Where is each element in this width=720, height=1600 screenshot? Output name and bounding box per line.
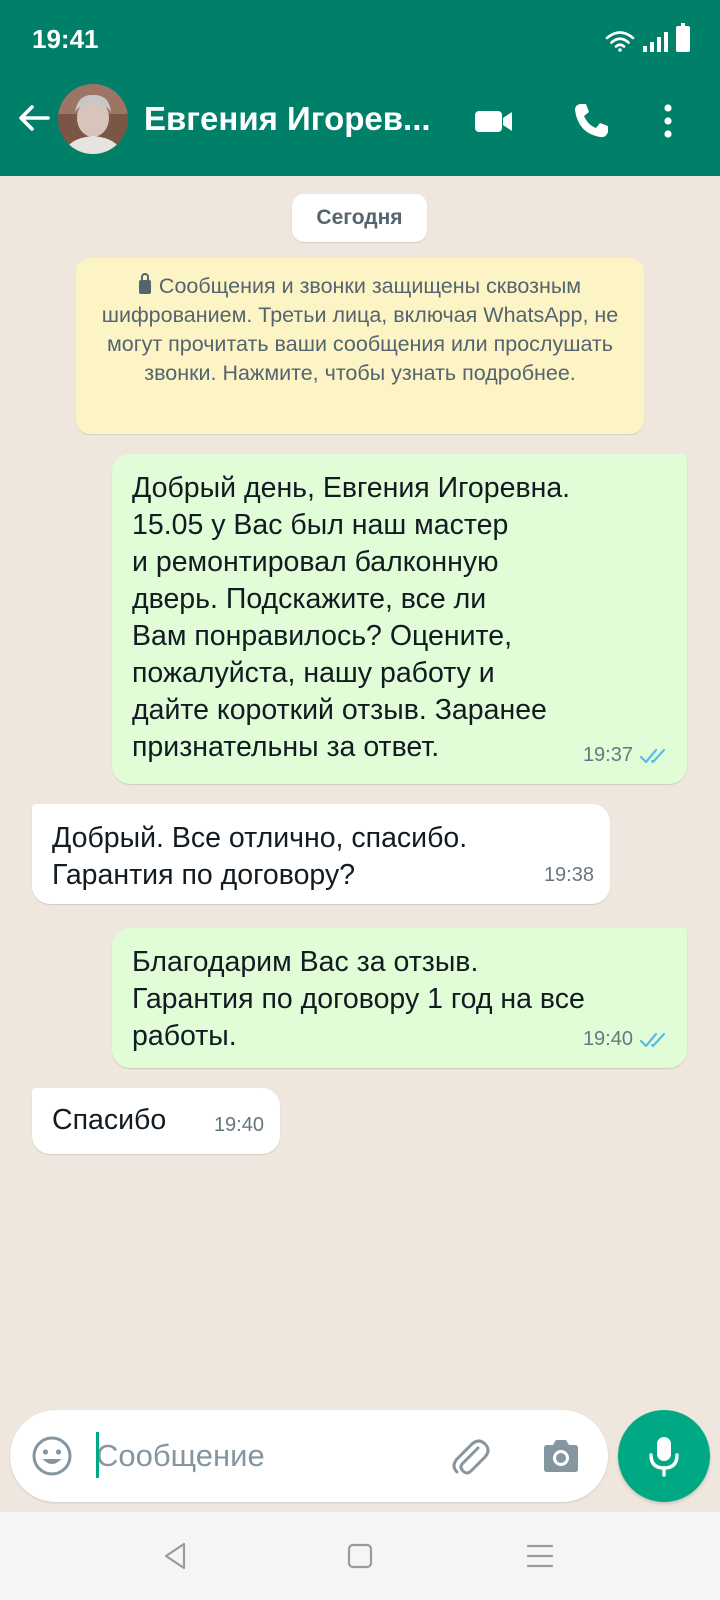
message-bubble-outgoing[interactable]: Благодарим Вас за отзыв. Гарантия по дог… [112,928,687,1068]
contact-name[interactable]: Евгения Игорев... [144,100,431,138]
text-cursor [96,1432,99,1478]
message-meta: 19:40 [214,1107,264,1144]
message-time: 19:40 [582,1028,633,1050]
status-icons [605,23,690,52]
signal-icon [643,30,668,52]
message-input[interactable] [96,1430,416,1482]
mic-icon [649,1437,679,1477]
attach-icon[interactable] [448,1434,492,1478]
message-bubble-outgoing[interactable]: Добрый день, Евгения Игоревна. 15.05 у В… [112,454,687,784]
chat-area[interactable]: Сегодня Сообщения и звонки защищены скво… [0,176,720,1406]
nav-back-icon[interactable] [160,1540,192,1572]
message-composer [10,1410,608,1502]
message-meta: 19:40 [583,1021,671,1058]
system-nav-bar [0,1512,720,1600]
contact-avatar[interactable] [58,84,128,154]
wifi-icon [605,31,635,52]
top-bar: 19:41 Евгения Игорев... [0,0,720,176]
message-text: Добрый день, Евгения Игоревна. 15.05 у В… [132,472,571,763]
back-arrow-icon[interactable] [14,98,54,138]
double-check-icon [639,748,666,763]
video-call-icon[interactable] [472,100,514,142]
message-bubble-incoming[interactable]: Спасибо 19:40 [32,1088,280,1154]
message-meta: 19:38 [544,857,594,894]
status-time: 19:41 [32,24,99,54]
date-chip: Сегодня [292,194,427,242]
mic-button[interactable] [618,1410,710,1502]
encryption-notice-text: Сообщения и звонки защищены сквозным шиф… [101,274,619,385]
message-text: Добрый. Все отлично, спасибо. Гарантия п… [52,822,468,891]
message-time: 19:37 [582,744,633,766]
encryption-notice[interactable]: Сообщения и звонки защищены сквозным шиф… [76,258,644,434]
message-time: 19:40 [213,1114,264,1136]
lock-icon [138,273,151,294]
emoji-icon[interactable] [30,1434,74,1478]
nav-home-icon[interactable] [344,1540,376,1572]
message-meta: 19:37 [583,737,671,774]
voice-call-icon[interactable] [570,100,612,142]
more-options-icon[interactable] [656,100,680,142]
camera-icon[interactable] [540,1436,582,1476]
double-check-icon [639,1032,666,1047]
message-time: 19:38 [543,864,594,886]
message-bubble-incoming[interactable]: Добрый. Все отлично, спасибо. Гарантия п… [32,804,610,904]
battery-icon [676,23,690,52]
nav-menu-icon[interactable] [524,1540,556,1572]
